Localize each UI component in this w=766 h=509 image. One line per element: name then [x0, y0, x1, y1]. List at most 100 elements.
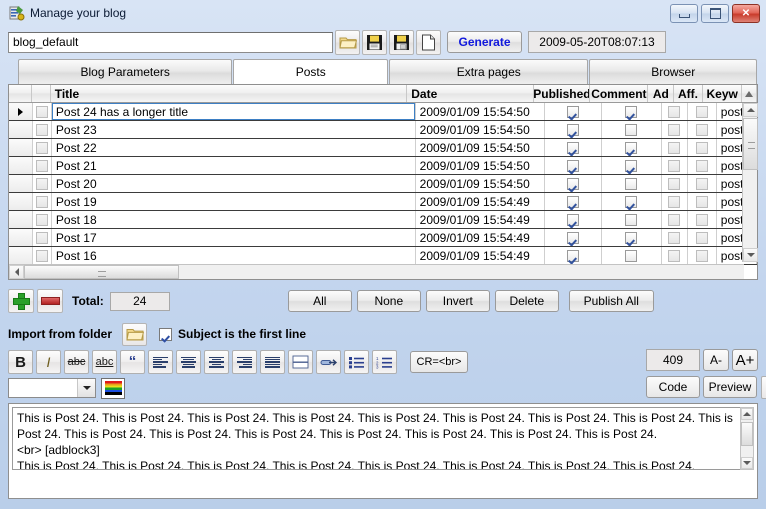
cell-comment[interactable]	[602, 139, 661, 156]
subject-first-line-checkbox[interactable]	[159, 328, 172, 341]
grid-header-ad[interactable]: Ad	[648, 85, 674, 102]
tab-extra-pages[interactable]: Extra pages	[389, 59, 588, 84]
cell-title[interactable]: Post 17	[52, 229, 416, 246]
cell-aff[interactable]	[688, 247, 717, 264]
grid-header-keywords[interactable]: Keyw	[703, 85, 743, 102]
post-editor-textarea[interactable]: This is Post 24. This is Post 24. This i…	[12, 407, 741, 470]
cell-title[interactable]: Post 20	[52, 175, 416, 192]
row-checkbox[interactable]	[668, 124, 680, 136]
cell-title[interactable]: Post 16	[52, 247, 416, 264]
row-checkbox[interactable]	[625, 214, 637, 226]
table-row[interactable]: Post 212009/01/09 15:54:50post,	[9, 157, 757, 175]
cell-date[interactable]: 2009/01/09 15:54:49	[416, 229, 546, 246]
table-row[interactable]: Post 222009/01/09 15:54:50post,	[9, 139, 757, 157]
grid-hscroll-thumb[interactable]	[24, 265, 179, 279]
row-checkbox[interactable]	[696, 178, 708, 190]
row-checkbox[interactable]	[668, 196, 680, 208]
row-checkbox[interactable]	[668, 250, 680, 262]
link-button[interactable]	[316, 350, 341, 374]
generate-button[interactable]: Generate	[447, 31, 522, 53]
cell-published[interactable]	[545, 229, 602, 246]
cell-ad[interactable]	[662, 139, 689, 156]
grid-header-aff[interactable]: Aff.	[674, 85, 702, 102]
scroll-down-icon[interactable]	[743, 248, 758, 262]
row-selector[interactable]	[9, 103, 33, 120]
row-checkbox[interactable]	[668, 178, 680, 190]
remove-post-button[interactable]	[37, 289, 63, 313]
editor-scroll-down-icon[interactable]	[741, 457, 753, 469]
horizontal-rule-button[interactable]	[288, 350, 313, 374]
table-row[interactable]: Post 172009/01/09 15:54:49post,	[9, 229, 757, 247]
row-checkbox[interactable]	[625, 106, 637, 118]
row-checkbox[interactable]	[567, 124, 579, 136]
font-smaller-button[interactable]: A-	[703, 349, 729, 371]
globe-icon[interactable]	[761, 376, 766, 399]
cell-ad[interactable]	[662, 229, 689, 246]
style-select[interactable]	[8, 378, 96, 398]
row-select-checkbox-cell[interactable]	[33, 175, 52, 192]
cell-date[interactable]: 2009/01/09 15:54:49	[416, 247, 546, 264]
cell-published[interactable]	[545, 121, 602, 138]
row-checkbox[interactable]	[696, 106, 708, 118]
row-checkbox[interactable]	[625, 178, 637, 190]
editor-scroll-thumb[interactable]	[741, 422, 753, 446]
grid-scroll-thumb[interactable]	[743, 118, 758, 170]
cell-aff[interactable]	[688, 193, 717, 210]
row-checkbox[interactable]	[668, 142, 680, 154]
grid-header-title[interactable]: Title	[51, 85, 408, 102]
row-checkbox[interactable]	[36, 160, 48, 172]
row-checkbox[interactable]	[668, 232, 680, 244]
grid-header-published[interactable]: Published	[534, 85, 590, 102]
cell-date[interactable]: 2009/01/09 15:54:49	[416, 211, 546, 228]
cell-comment[interactable]	[602, 229, 661, 246]
table-row[interactable]: Post 232009/01/09 15:54:50post,	[9, 121, 757, 139]
new-file-icon[interactable]	[416, 30, 441, 55]
row-checkbox[interactable]	[696, 214, 708, 226]
row-checkbox[interactable]	[696, 142, 708, 154]
cell-title[interactable]: Post 24 has a longer title	[52, 103, 416, 120]
cell-comment[interactable]	[602, 103, 661, 120]
row-checkbox[interactable]	[696, 160, 708, 172]
row-checkbox[interactable]	[567, 106, 579, 118]
cell-comment[interactable]	[602, 121, 661, 138]
row-checkbox[interactable]	[668, 160, 680, 172]
cell-date[interactable]: 2009/01/09 15:54:50	[416, 103, 546, 120]
scroll-left-icon[interactable]	[9, 265, 24, 279]
row-checkbox[interactable]	[696, 196, 708, 208]
cell-title[interactable]: Post 22	[52, 139, 416, 156]
align-left-button[interactable]	[148, 350, 173, 374]
cell-date[interactable]: 2009/01/09 15:54:49	[416, 193, 546, 210]
table-row[interactable]: Post 182009/01/09 15:54:49post,	[9, 211, 757, 229]
cr-br-button[interactable]: CR=<br>	[410, 351, 468, 373]
row-checkbox[interactable]	[625, 124, 637, 136]
numbered-list-button[interactable]: 1 2 3	[372, 350, 397, 374]
cell-comment[interactable]	[602, 211, 661, 228]
cell-comment[interactable]	[602, 247, 661, 264]
close-button[interactable]: ✕	[732, 4, 760, 23]
cell-aff[interactable]	[688, 157, 717, 174]
row-selector[interactable]	[9, 175, 33, 192]
quote-button[interactable]: “	[120, 350, 145, 374]
cell-date[interactable]: 2009/01/09 15:54:50	[416, 175, 546, 192]
cell-comment[interactable]	[602, 157, 661, 174]
invert-selection-button[interactable]: Invert	[426, 290, 490, 312]
blog-name-input[interactable]	[8, 32, 333, 53]
editor-scroll-up-icon[interactable]	[741, 408, 753, 420]
row-selector[interactable]	[9, 229, 33, 246]
cell-published[interactable]	[545, 211, 602, 228]
row-checkbox[interactable]	[567, 250, 579, 262]
row-selector[interactable]	[9, 211, 33, 228]
cell-ad[interactable]	[662, 193, 689, 210]
save-as-icon[interactable]	[389, 30, 414, 55]
cell-comment[interactable]	[602, 175, 661, 192]
cell-aff[interactable]	[688, 121, 717, 138]
table-row[interactable]: Post 24 has a longer title2009/01/09 15:…	[9, 103, 757, 121]
save-icon[interactable]	[362, 30, 387, 55]
row-select-checkbox-cell[interactable]	[33, 103, 52, 120]
row-checkbox[interactable]	[567, 196, 579, 208]
tab-browser[interactable]: Browser	[589, 59, 757, 84]
row-select-checkbox-cell[interactable]	[33, 193, 52, 210]
color-palette-icon[interactable]	[101, 378, 125, 399]
cell-published[interactable]	[545, 103, 602, 120]
cell-aff[interactable]	[688, 139, 717, 156]
